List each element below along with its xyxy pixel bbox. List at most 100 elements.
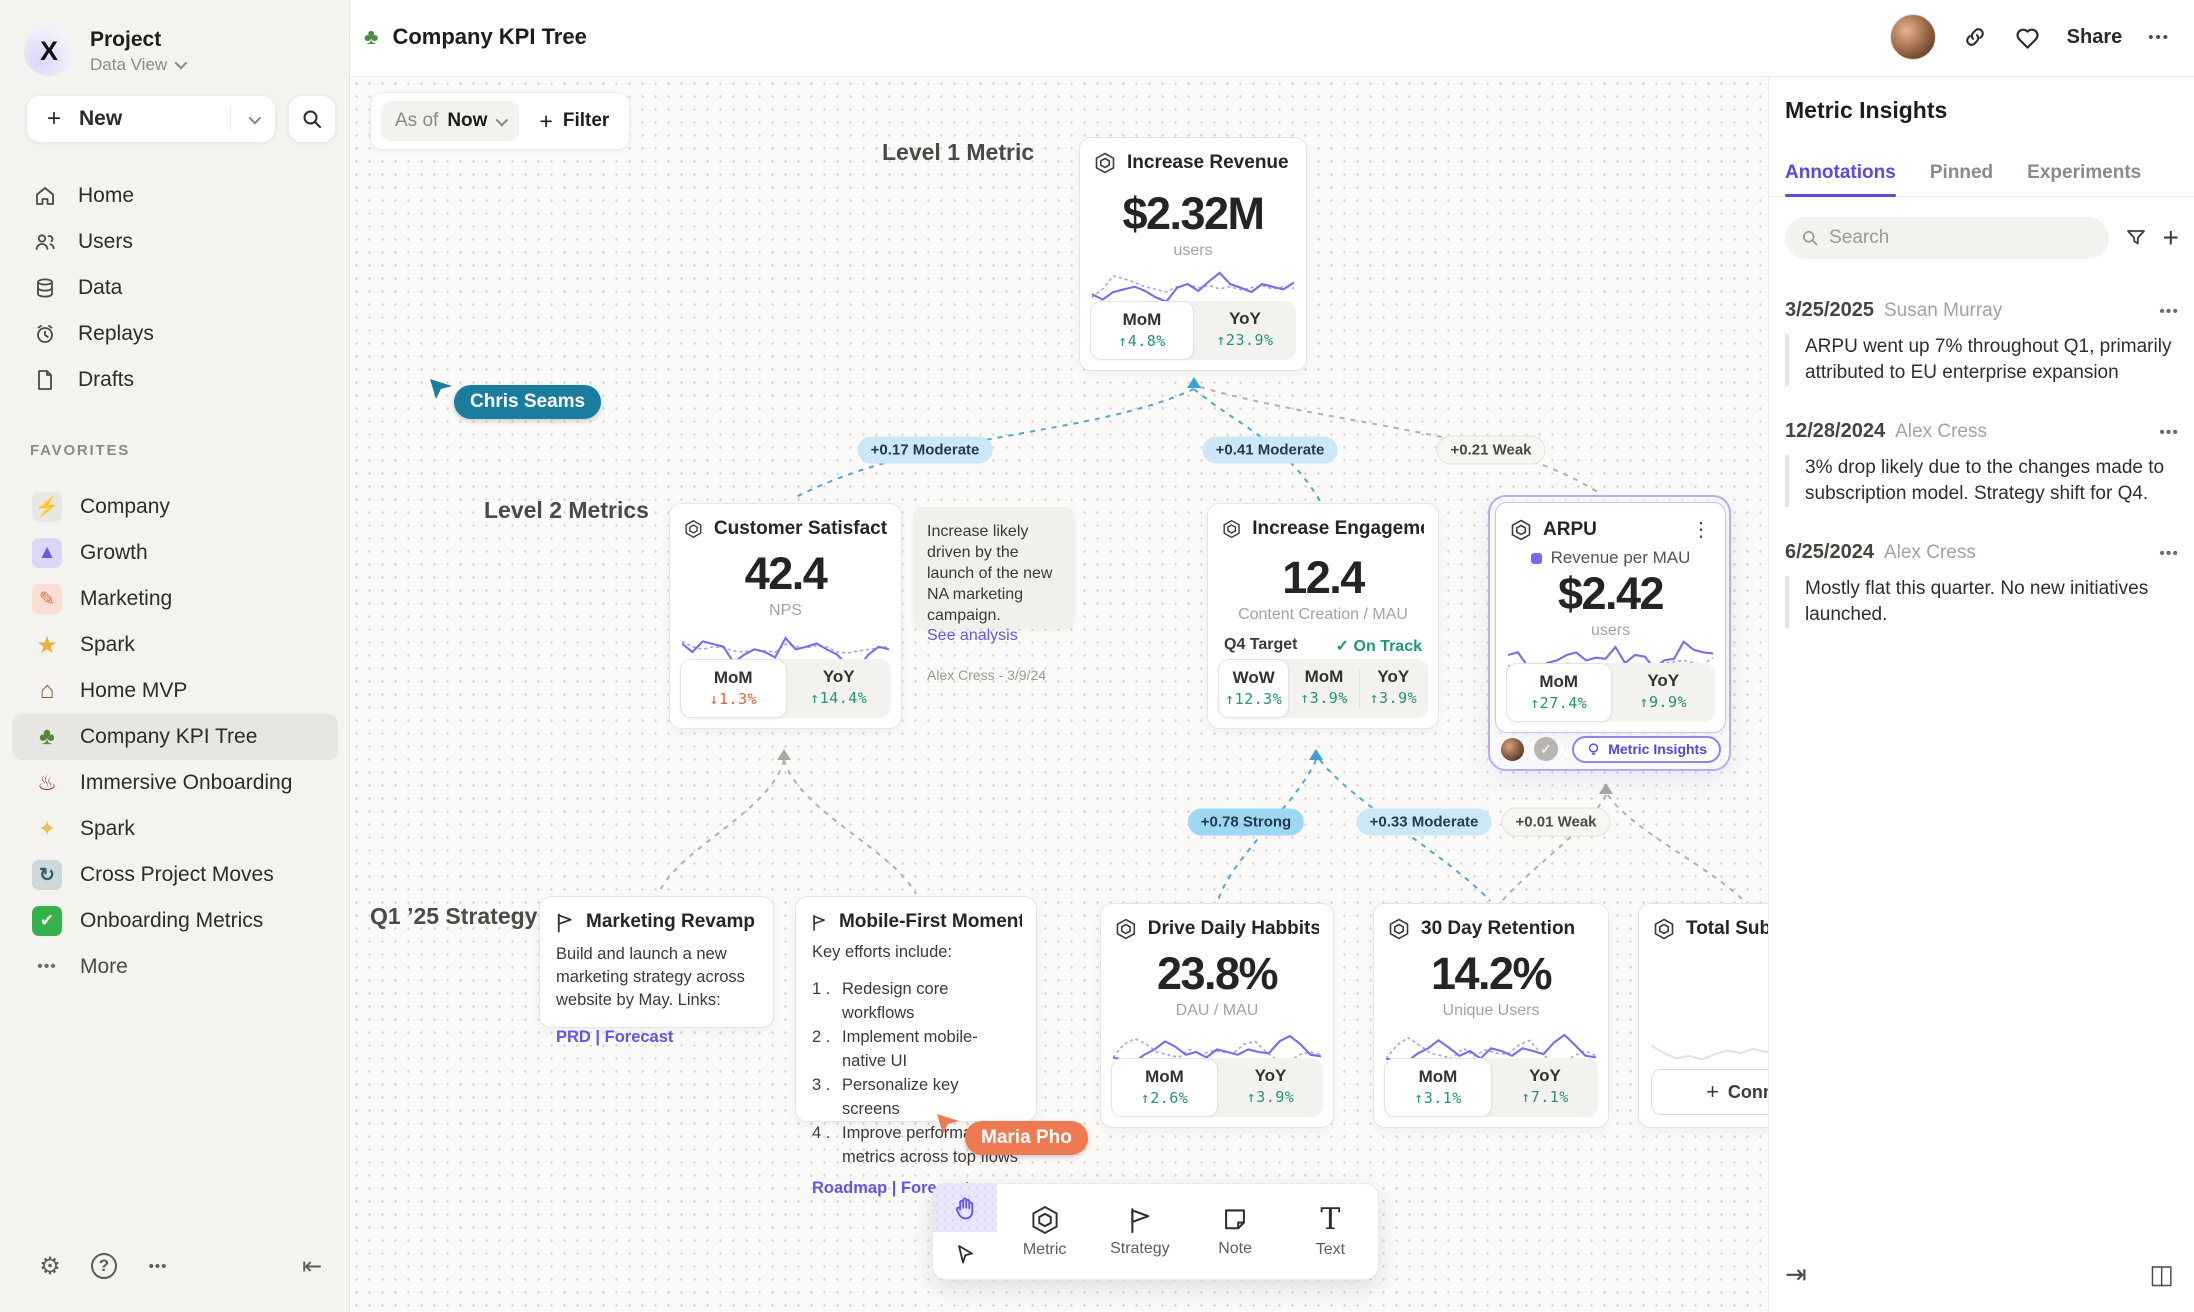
tab-experiments[interactable]: Experiments: [2027, 149, 2141, 196]
workspace-name: Data View: [90, 55, 167, 75]
connect-button[interactable]: + Connect: [1651, 1069, 1768, 1115]
strategy-links[interactable]: PRD | Forecast: [540, 1012, 773, 1047]
metric-card-drive-daily-habbits[interactable]: Drive Daily Habbits 23.8% DAU / MAU MoM …: [1100, 903, 1334, 1128]
annotation-item[interactable]: 3/25/2025 Susan Murray ••• ARPU went up …: [1785, 299, 2179, 386]
metric-card-customer-satisfaction[interactable]: Customer Satisfaction 42.4 NPS MoM ↓1.3%…: [669, 503, 902, 729]
note-tool-button[interactable]: Note: [1188, 1184, 1283, 1279]
favorite-heart-icon[interactable]: [2014, 25, 2041, 50]
project-switcher[interactable]: X Project Data View: [24, 26, 184, 76]
stat-mom[interactable]: MoM ↓1.3%: [680, 659, 787, 718]
sidebar-item-home[interactable]: Home: [0, 173, 350, 219]
tab-annotations[interactable]: Annotations: [1785, 149, 1896, 196]
annotation-author: Alex Cress: [1895, 421, 1987, 443]
new-dropdown-button[interactable]: [231, 115, 275, 124]
topbar-menu-button[interactable]: •••: [2148, 29, 2170, 46]
level1-label: Level 1 Metric: [882, 139, 1034, 166]
users-icon: [32, 230, 58, 254]
hand-tool-button[interactable]: [933, 1184, 997, 1232]
annotation-menu-button[interactable]: •••: [2159, 545, 2179, 563]
favorite-item-spark-2[interactable]: ✦ Spark: [12, 806, 338, 852]
search-input[interactable]: [1829, 227, 2093, 249]
metric-card-total-subscriptions[interactable]: Total Subscript + Connect: [1638, 903, 1768, 1128]
metric-hexagon-icon: [1030, 1205, 1060, 1235]
favorite-item-cross-project-moves[interactable]: ↻ Cross Project Moves: [12, 852, 338, 898]
metric-value: 23.8%: [1101, 948, 1333, 1000]
favorite-item-company[interactable]: ⚡ Company: [12, 484, 338, 530]
card-menu-button[interactable]: ⋮: [1691, 517, 1711, 542]
kpi-canvas[interactable]: As of Now + Filter Level 1 Metric Level …: [350, 77, 1768, 1312]
copy-link-icon[interactable]: [1962, 24, 1988, 50]
collapse-sidebar-button[interactable]: ⇤: [292, 1246, 332, 1286]
sidebar-more-button[interactable]: ••• More: [12, 944, 338, 990]
text-tool-button[interactable]: T Text: [1283, 1184, 1378, 1279]
annotations-search[interactable]: [1785, 217, 2109, 259]
stat-mom[interactable]: MoM ↑27.4%: [1506, 663, 1612, 722]
stat-yoy[interactable]: YoY ↑23.9%: [1194, 301, 1296, 360]
add-filter-button[interactable]: + Filter: [539, 108, 609, 135]
favorite-item-company-kpi-tree[interactable]: ♣ Company KPI Tree: [12, 714, 338, 760]
canvas-toolbar: As of Now + Filter: [370, 92, 630, 150]
metric-value: $2.32M: [1080, 188, 1306, 240]
favorite-item-immersive-onboarding[interactable]: ♨ Immersive Onboarding: [12, 760, 338, 806]
select-tool-button[interactable]: [933, 1232, 997, 1280]
stat-yoy[interactable]: YoY ↑9.9%: [1612, 663, 1716, 722]
sidebar-overflow-button[interactable]: •••: [138, 1246, 178, 1286]
stat-yoy[interactable]: YoY ↑3.9%: [1359, 659, 1428, 718]
favorite-item-spark[interactable]: ★ Spark: [12, 622, 338, 668]
stat-mom[interactable]: MoM ↑3.1%: [1384, 1058, 1492, 1117]
sidebar-item-users[interactable]: Users: [0, 219, 350, 265]
sidebar-item-data[interactable]: Data: [0, 265, 350, 311]
stat-yoy[interactable]: YoY ↑7.1%: [1492, 1058, 1598, 1117]
strategy-card-marketing-revamp[interactable]: Marketing Revamp Build and launch a new …: [539, 896, 774, 1028]
sidebar-item-replays[interactable]: Replays: [0, 311, 350, 357]
help-button[interactable]: ?: [84, 1246, 124, 1286]
collaborator-cursor-chris: Chris Seams: [428, 377, 454, 401]
annotation-date: 3/25/2025: [1785, 299, 1874, 322]
edge-label: +0.33 Moderate: [1357, 809, 1492, 836]
collapse-panel-button[interactable]: ⇥: [1785, 1259, 1807, 1290]
stat-mom[interactable]: MoM ↑2.6%: [1111, 1058, 1218, 1117]
new-button[interactable]: + New: [26, 95, 276, 143]
strategy-card-mobile-first-momentum[interactable]: Mobile-First Momentum Key efforts includ…: [795, 896, 1037, 1122]
sidebar-item-drafts[interactable]: Drafts: [0, 357, 350, 403]
strategy-tool-button[interactable]: Strategy: [1092, 1184, 1187, 1279]
add-annotation-button[interactable]: +: [2163, 222, 2179, 254]
layout-toggle-button[interactable]: ◫: [2149, 1259, 2174, 1290]
stat-wow[interactable]: WoW ↑12.3%: [1218, 659, 1289, 718]
filter-funnel-icon[interactable]: [2125, 227, 2147, 249]
annotation-menu-button[interactable]: •••: [2159, 424, 2179, 442]
favorite-item-home-mvp[interactable]: ⌂ Home MVP: [12, 668, 338, 714]
annotation-note[interactable]: Increase likely driven by the launch of …: [913, 507, 1075, 629]
sidebar-search-button[interactable]: [288, 95, 336, 143]
stat-yoy[interactable]: YoY ↑3.9%: [1218, 1058, 1323, 1117]
user-avatar[interactable]: [1890, 14, 1936, 60]
metric-card-30-day-retention[interactable]: 30 Day Retention 14.2% Unique Users MoM …: [1373, 903, 1609, 1128]
see-analysis-link[interactable]: See analysis: [927, 627, 1061, 645]
swirl-icon: ↻: [32, 860, 62, 890]
metric-tool-button[interactable]: Metric: [997, 1184, 1092, 1279]
tab-pinned[interactable]: Pinned: [1930, 149, 1993, 196]
star-icon: ★: [32, 630, 62, 660]
more-label: More: [80, 955, 128, 979]
metric-insights-button[interactable]: Metric Insights: [1572, 736, 1721, 763]
annotation-item[interactable]: 6/25/2024 Alex Cress ••• Mostly flat thi…: [1785, 541, 2179, 628]
metric-card-arpu[interactable]: ARPU ⋮ Revenue per MAU $2.42 users MoM ↑…: [1495, 502, 1726, 733]
as-of-selector[interactable]: As of Now: [381, 101, 519, 141]
stat-yoy[interactable]: YoY ↑14.4%: [787, 659, 892, 718]
sparkles-icon: ✦: [32, 814, 62, 844]
metric-card-increase-engagement[interactable]: Increase Engagement 12.4 Content Creatio…: [1207, 503, 1439, 729]
favorite-item-onboarding-metrics[interactable]: ✔ Onboarding Metrics: [12, 898, 338, 944]
sidebar-item-label: Data: [78, 276, 122, 300]
annotation-item[interactable]: 12/28/2024 Alex Cress ••• 3% drop likely…: [1785, 420, 2179, 507]
rocket-icon: ▲: [32, 538, 62, 568]
plus-icon: +: [539, 108, 552, 135]
favorite-item-growth[interactable]: ▲ Growth: [12, 530, 338, 576]
chevron-down-icon: [175, 57, 188, 70]
share-button[interactable]: Share: [2067, 26, 2123, 49]
metric-card-increase-revenue[interactable]: Increase Revenue $2.32M users MoM ↑4.8% …: [1079, 137, 1307, 371]
stat-mom[interactable]: MoM ↑4.8%: [1090, 301, 1194, 360]
annotation-menu-button[interactable]: •••: [2159, 303, 2179, 321]
settings-gear-button[interactable]: ⚙: [30, 1246, 70, 1286]
favorite-item-marketing[interactable]: ✎ Marketing: [12, 576, 338, 622]
stat-mom[interactable]: MoM ↑3.9%: [1289, 659, 1358, 718]
